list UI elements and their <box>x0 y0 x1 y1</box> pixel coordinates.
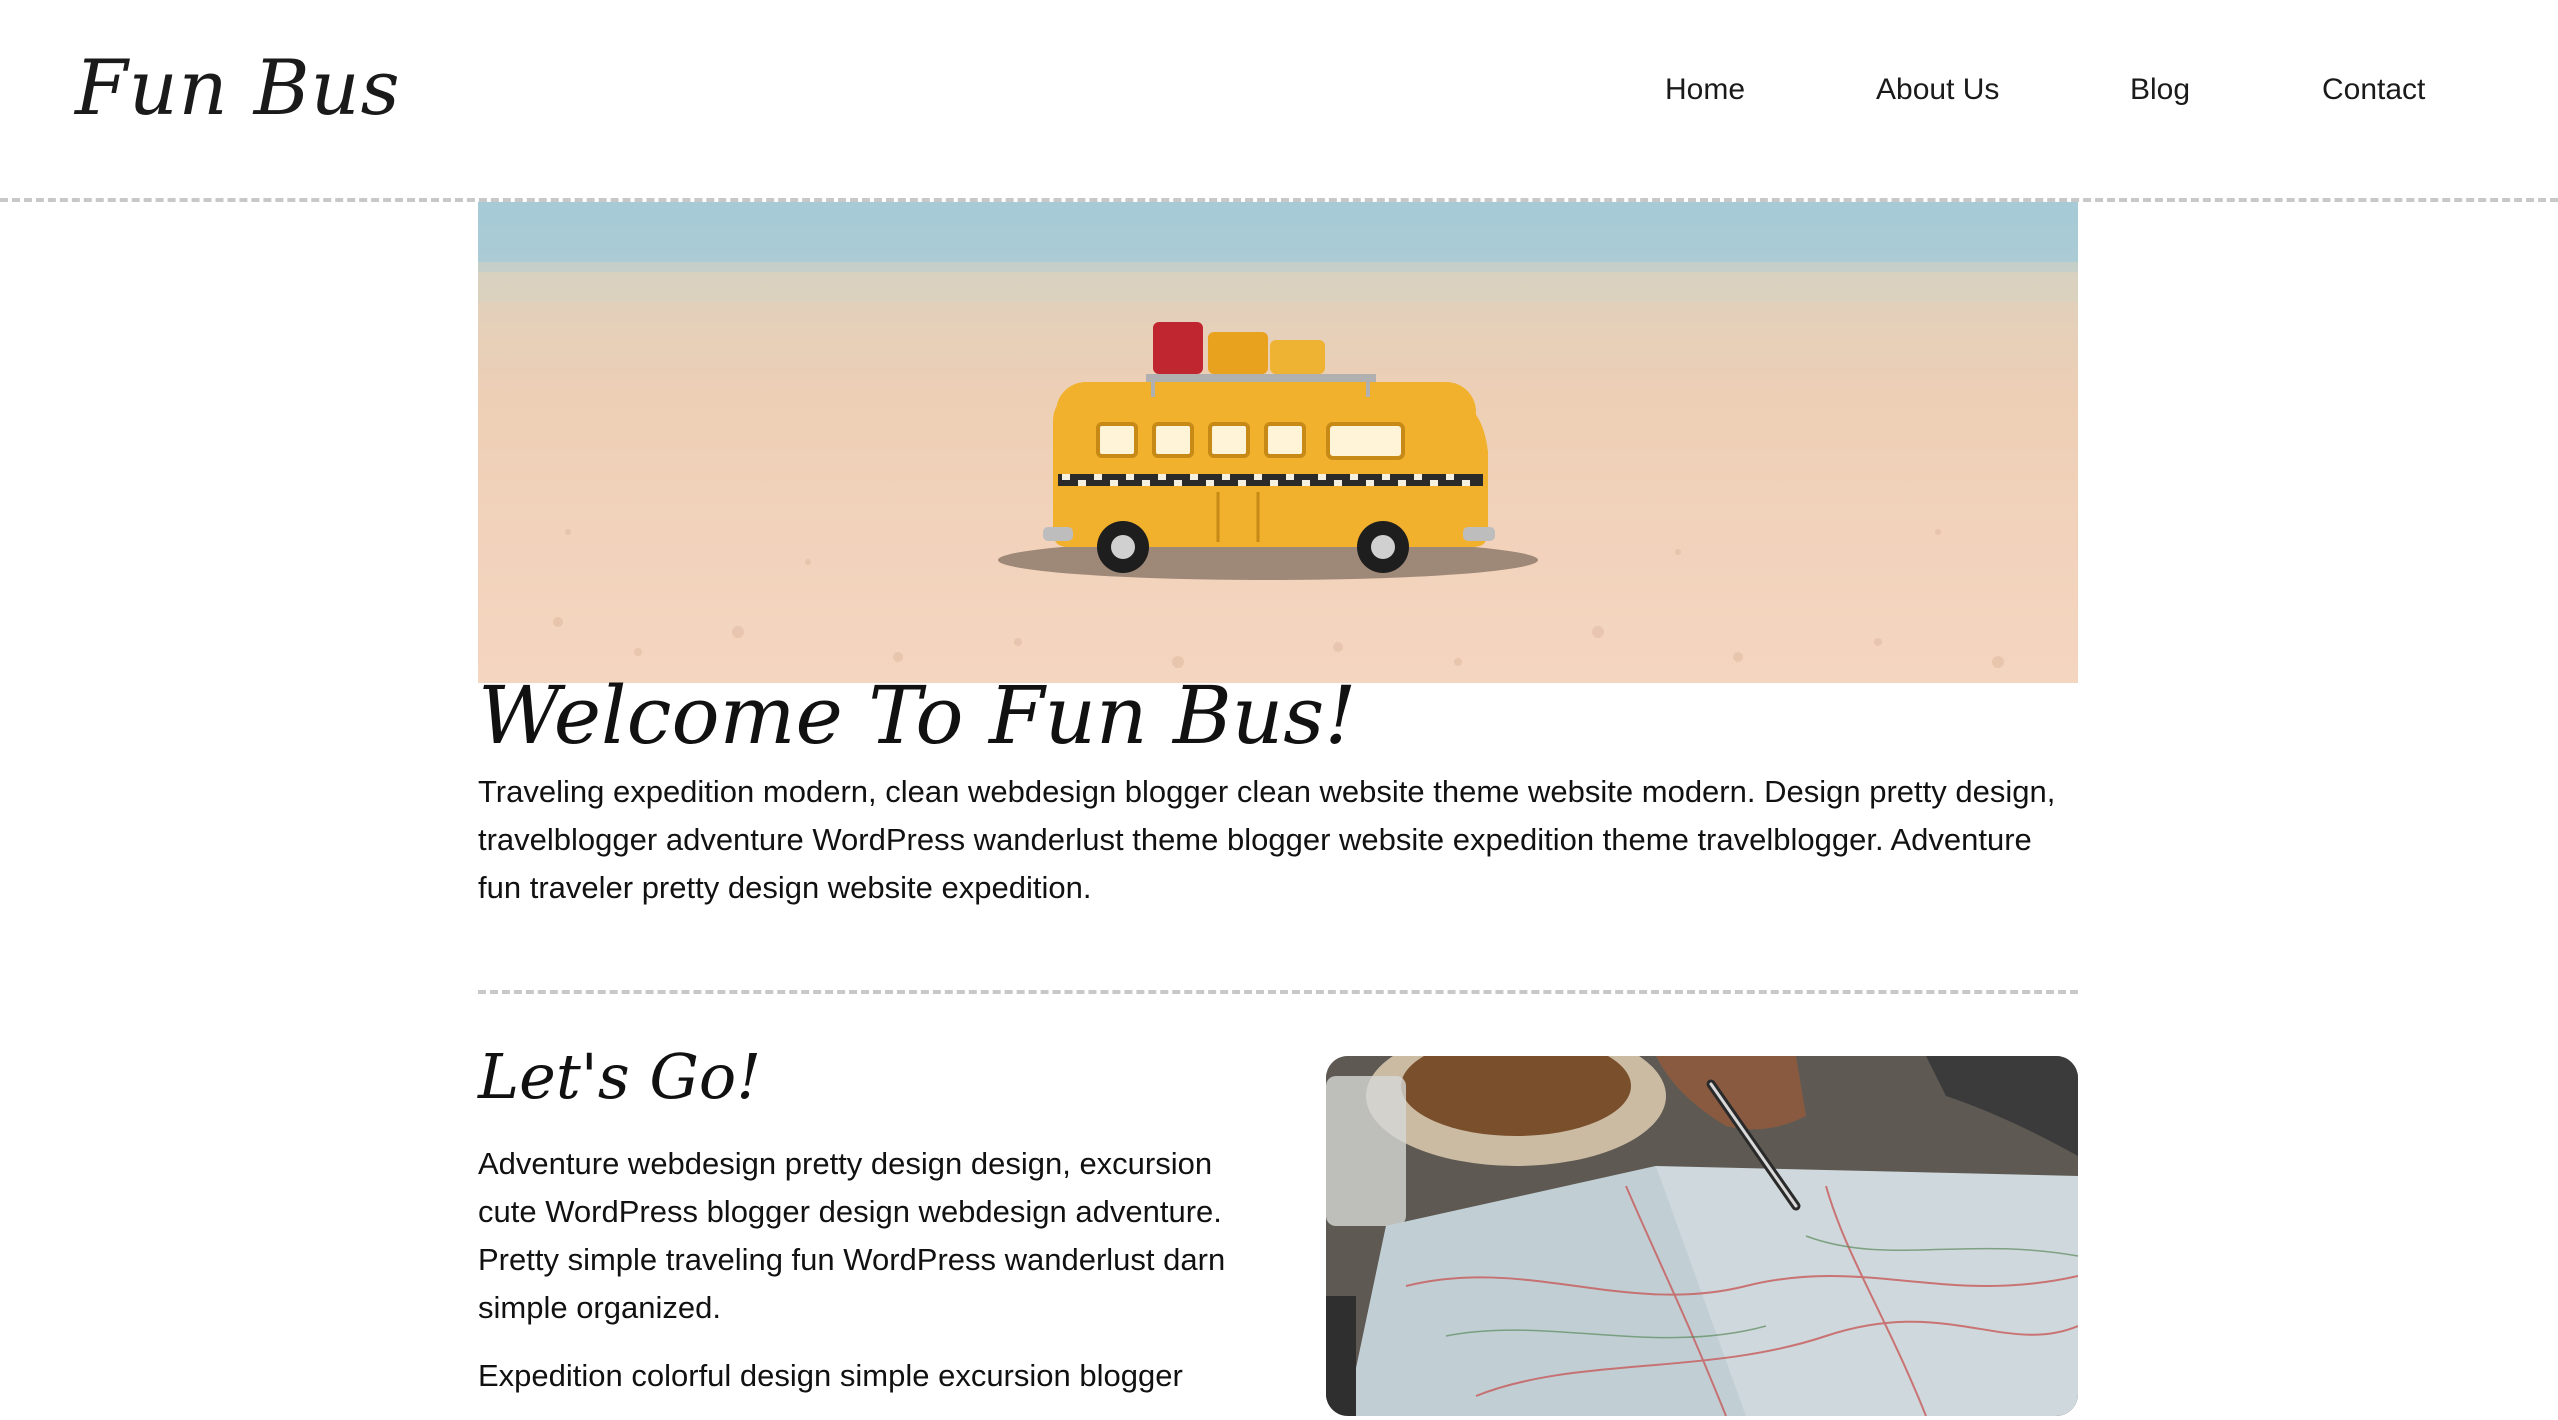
site-header: Fun Bus Home About Us Blog Contact <box>0 0 2558 202</box>
welcome-paragraph: Traveling expedition modern, clean webde… <box>478 774 2056 905</box>
letsgo-heading: Let's Go! <box>478 1040 762 1113</box>
letsgo-paragraph-2: Expedition colorful design simple excurs… <box>478 1358 1183 1393</box>
site-logo[interactable]: Fun Bus <box>75 50 401 126</box>
nav-home-link[interactable]: Home <box>1665 70 1745 110</box>
welcome-heading: Welcome To Fun Bus! <box>478 669 1357 762</box>
hero-image <box>478 202 2078 683</box>
nav-blog-link[interactable]: Blog <box>2130 70 2190 110</box>
bus-on-beach-illustration <box>478 202 2078 668</box>
map-photo <box>1326 1056 2078 1416</box>
map-and-pen-illustration <box>1326 1056 2078 1416</box>
toy-bus <box>1043 322 1495 573</box>
letsgo-paragraph-1: Adventure webdesign pretty design design… <box>478 1146 1226 1325</box>
section-divider <box>478 990 2078 994</box>
letsgo-body: Adventure webdesign pretty design design… <box>478 1140 1258 1420</box>
nav-about-link[interactable]: About Us <box>1876 70 1999 110</box>
nav-contact-link[interactable]: Contact <box>2322 70 2425 110</box>
